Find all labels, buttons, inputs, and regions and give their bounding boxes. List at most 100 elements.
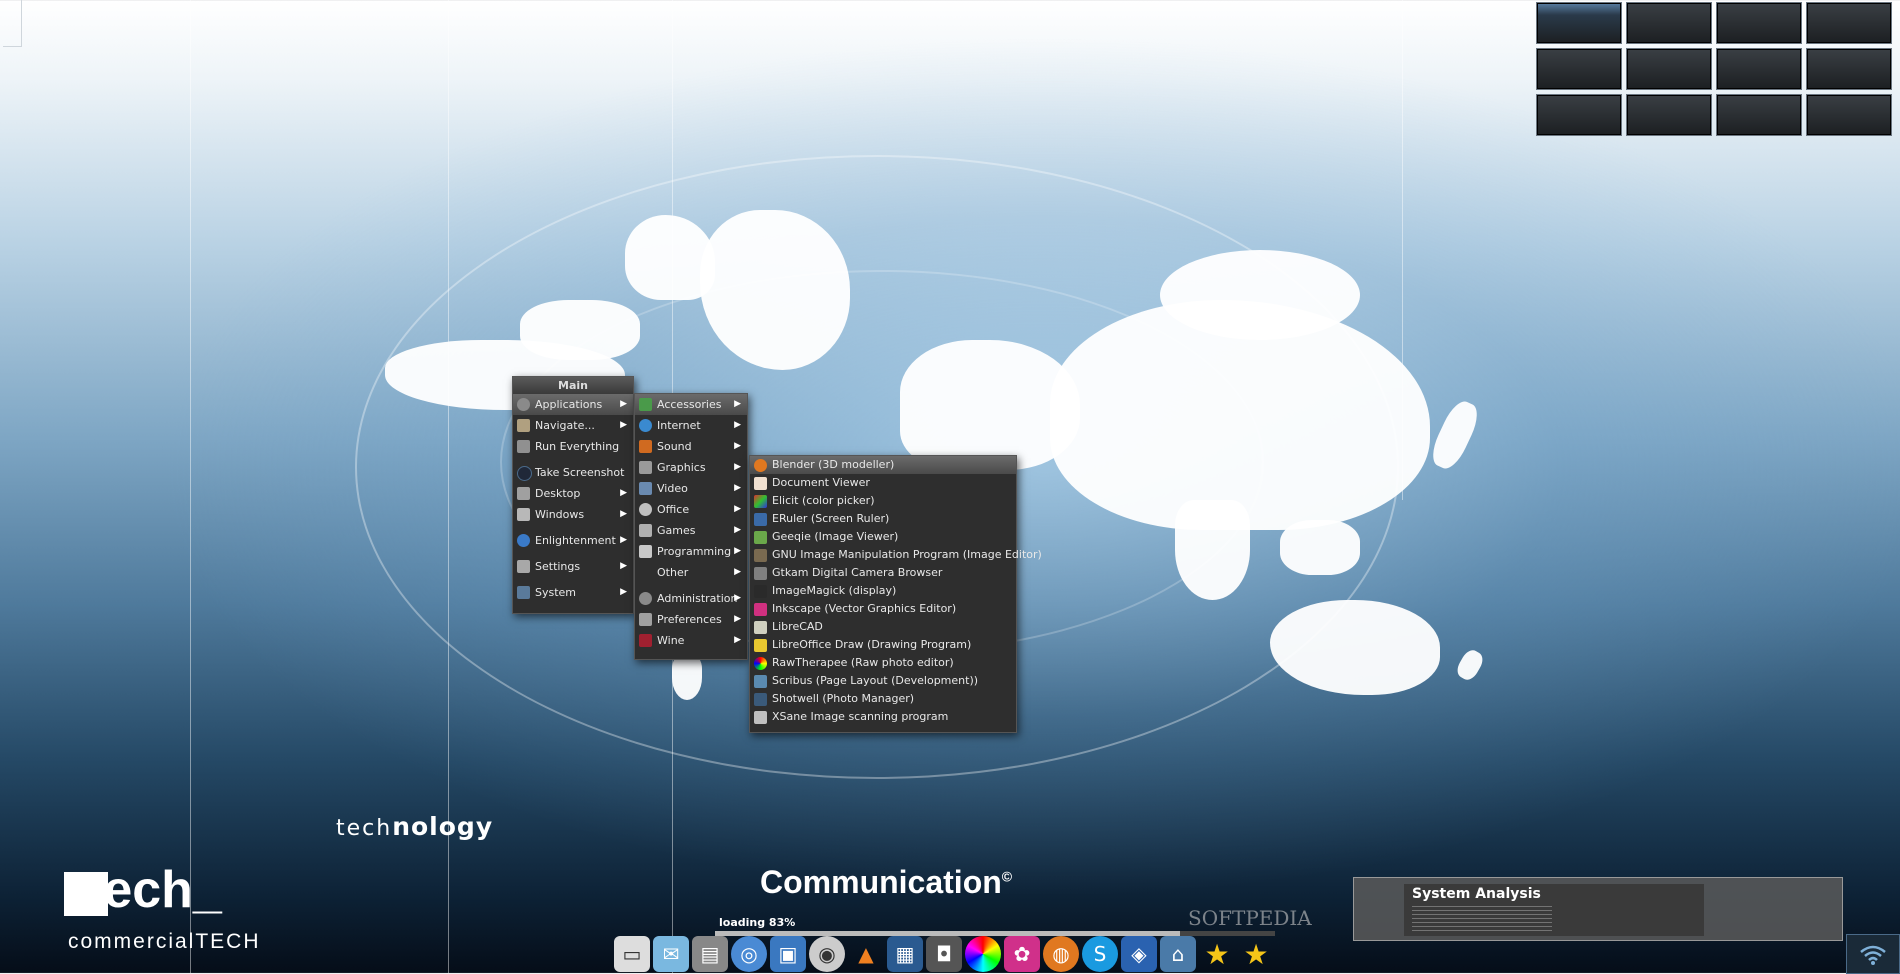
- apps-menu-video[interactable]: Video ▶: [635, 478, 747, 499]
- dock-disc-icon[interactable]: ◉: [809, 936, 845, 972]
- apps-menu-other[interactable]: Other ▶: [635, 562, 747, 583]
- graphics-menu-item[interactable]: Inkscape (Vector Graphics Editor): [750, 600, 1016, 618]
- dock-browser-icon[interactable]: ◎: [731, 936, 767, 972]
- wifi-tray[interactable]: [1846, 934, 1900, 974]
- system-icon: [517, 586, 530, 599]
- submenu-arrow-icon: ▶: [734, 441, 741, 451]
- graphics-menu-item[interactable]: Shotwell (Photo Manager): [750, 690, 1016, 708]
- main-menu-title: Main: [513, 377, 633, 394]
- dock-virtualbox-icon[interactable]: ◈: [1121, 936, 1157, 972]
- applications-icon: [517, 398, 530, 411]
- apps-menu-games[interactable]: Games ▶: [635, 520, 747, 541]
- apps-menu-item-label: Administration: [657, 592, 738, 605]
- workspace-4[interactable]: [1806, 2, 1892, 44]
- graphics-menu-item[interactable]: ERuler (Screen Ruler): [750, 510, 1016, 528]
- main-menu-run-everything[interactable]: Run Everything: [513, 436, 633, 457]
- main-menu-system[interactable]: System ▶: [513, 582, 633, 603]
- shotwell-icon: [754, 693, 767, 706]
- workspace-1[interactable]: [1536, 2, 1622, 44]
- dock-network-icon[interactable]: ⌂: [1160, 936, 1196, 972]
- workspace-3[interactable]: [1716, 2, 1802, 44]
- dock-chat-icon[interactable]: ✉: [653, 936, 689, 972]
- graphics-menu-item[interactable]: XSane Image scanning program: [750, 708, 1016, 726]
- accessories-icon: [639, 398, 652, 411]
- graphics-menu-item[interactable]: ImageMagick (display): [750, 582, 1016, 600]
- dock-camera-icon[interactable]: ◘: [926, 936, 962, 972]
- graphics-menu-item[interactable]: Blender (3D modeller): [750, 456, 1016, 474]
- apps-menu-item-label: Programming: [657, 545, 732, 558]
- apps-menu-preferences[interactable]: Preferences ▶: [635, 609, 747, 630]
- internet-icon: [639, 419, 652, 432]
- workspace-7[interactable]: [1716, 48, 1802, 90]
- graphics-menu-item[interactable]: RawTherapee (Raw photo editor): [750, 654, 1016, 672]
- main-menu-item-label: Windows: [535, 508, 585, 521]
- graphics-menu-item[interactable]: Elicit (color picker): [750, 492, 1016, 510]
- document-viewer-icon: [754, 477, 767, 490]
- dock-printer-icon[interactable]: ▤: [692, 936, 728, 972]
- graphics-menu-item[interactable]: Scribus (Page Layout (Development)): [750, 672, 1016, 690]
- main-menu-applications[interactable]: Applications ▶: [513, 394, 633, 415]
- graphics-menu-item-label: RawTherapee (Raw photo editor): [772, 656, 954, 669]
- graphics-menu-item-label: Scribus (Page Layout (Development)): [772, 674, 979, 687]
- logo: tech_ commercialTECH: [62, 861, 312, 960]
- imagemagick-icon: [754, 585, 767, 598]
- edge-handle[interactable]: [3, 0, 22, 47]
- inkscape-icon: [754, 603, 767, 616]
- wordmark-light: tech: [336, 816, 393, 841]
- apps-menu-internet[interactable]: Internet ▶: [635, 415, 747, 436]
- dock-terminal-icon[interactable]: ▭: [614, 936, 650, 972]
- blender-icon: [754, 459, 767, 472]
- workspace-6[interactable]: [1626, 48, 1712, 90]
- apps-menu-programming[interactable]: Programming ▶: [635, 541, 747, 562]
- settings-icon: [517, 560, 530, 573]
- graphics-menu-item[interactable]: GNU Image Manipulation Program (Image Ed…: [750, 546, 1042, 564]
- workspace-12[interactable]: [1806, 94, 1892, 136]
- main-menu-windows[interactable]: Windows ▶: [513, 504, 633, 525]
- apps-menu-graphics[interactable]: Graphics ▶: [635, 457, 747, 478]
- main-menu-item-label: Take Screenshot: [535, 466, 625, 479]
- workspace-11[interactable]: [1716, 94, 1802, 136]
- gtkam-icon: [754, 567, 767, 580]
- apps-menu-accessories[interactable]: Accessories ▶: [635, 394, 747, 415]
- graphics-menu-item[interactable]: Gtkam Digital Camera Browser: [750, 564, 1016, 582]
- graphics-menu-item[interactable]: Document Viewer: [750, 474, 1016, 492]
- workspace-pager[interactable]: [1536, 2, 1892, 138]
- graphics-menu-item-label: Gtkam Digital Camera Browser: [772, 566, 943, 579]
- main-menu-settings[interactable]: Settings ▶: [513, 556, 633, 577]
- apps-menu-item-label: Accessories: [657, 398, 722, 411]
- main-menu-desktop[interactable]: Desktop ▶: [513, 483, 633, 504]
- apps-menu-wine[interactable]: Wine ▶: [635, 630, 747, 651]
- dock-flower-icon[interactable]: ✿: [1004, 936, 1040, 972]
- main-menu-item-label: Run Everything: [535, 440, 620, 453]
- main-menu-item-label: Applications: [535, 398, 603, 411]
- submenu-arrow-icon: ▶: [620, 488, 627, 498]
- main-menu-take-screenshot[interactable]: Take Screenshot: [513, 462, 633, 483]
- gimp-icon: [754, 549, 767, 562]
- main-menu-navigate[interactable]: Navigate... ▶: [513, 415, 633, 436]
- workspace-8[interactable]: [1806, 48, 1892, 90]
- graphics-menu-item[interactable]: Geeqie (Image Viewer): [750, 528, 1016, 546]
- games-icon: [639, 524, 652, 537]
- applications-menu: Accessories ▶ Internet ▶ Sound ▶ Graphic…: [634, 393, 748, 660]
- dock-favorites-icon[interactable]: ★: [1238, 936, 1274, 972]
- workspace-5[interactable]: [1536, 48, 1622, 90]
- dock-star-icon[interactable]: ★: [1199, 936, 1235, 972]
- graphics-menu-item[interactable]: LibreCAD: [750, 618, 1016, 636]
- apps-menu-administration[interactable]: Administration ▶: [635, 588, 747, 609]
- graphics-menu-item[interactable]: LibreOffice Draw (Drawing Program): [750, 636, 1016, 654]
- dock-color-wheel-icon[interactable]: [965, 936, 1001, 972]
- dock-image-viewer-icon[interactable]: ▣: [770, 936, 806, 972]
- apps-menu-sound[interactable]: Sound ▶: [635, 436, 747, 457]
- dock-blender-icon[interactable]: ◍: [1043, 936, 1079, 972]
- main-menu-enlightenment[interactable]: Enlightenment ▶: [513, 530, 633, 551]
- workspace-2[interactable]: [1626, 2, 1712, 44]
- graphics-menu-item-label: Elicit (color picker): [772, 494, 875, 507]
- apps-menu-office[interactable]: Office ▶: [635, 499, 747, 520]
- eruler-icon: [754, 513, 767, 526]
- apps-menu-item-label: Graphics: [657, 461, 706, 474]
- workspace-10[interactable]: [1626, 94, 1712, 136]
- dock-presentation-icon[interactable]: ▦: [887, 936, 923, 972]
- dock-skype-icon[interactable]: S: [1082, 936, 1118, 972]
- dock-vlc-icon[interactable]: ▲: [848, 936, 884, 972]
- workspace-9[interactable]: [1536, 94, 1622, 136]
